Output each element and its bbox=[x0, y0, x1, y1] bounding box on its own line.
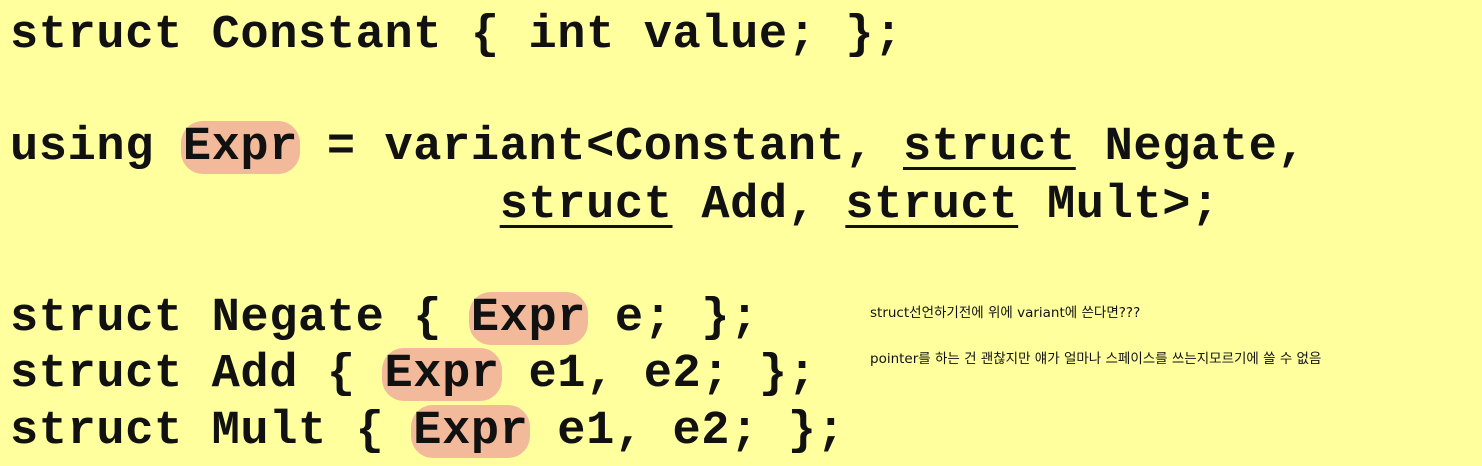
code-text: e1, e2; }; bbox=[528, 405, 846, 458]
code-text: struct Negate { bbox=[10, 292, 471, 345]
code-text: e1, e2; }; bbox=[499, 348, 817, 401]
expr-highlight: Expr bbox=[411, 405, 531, 458]
slide: struct Constant { int value; }; using Ex… bbox=[0, 0, 1482, 466]
annotation-note-2: pointer를 하는 건 괜찮지만 얘가 얼마나 스페이스를 쓰는지모르기에 … bbox=[870, 351, 1322, 367]
struct-keyword-underlined: struct bbox=[845, 179, 1019, 232]
code-text: Mult>; bbox=[1018, 179, 1220, 232]
code-text: Add, bbox=[672, 179, 846, 232]
code-line-using-expr: using Expr = variant<Constant, struct Ne… bbox=[10, 119, 1306, 177]
struct-keyword-underlined: struct bbox=[499, 179, 673, 232]
code-text: e; }; bbox=[586, 292, 759, 345]
expr-highlight: Expr bbox=[468, 292, 589, 345]
code-line-mult: struct Mult { Expr e1, e2; }; bbox=[10, 403, 845, 461]
code-line-negate: struct Negate { Expr e; }; bbox=[10, 290, 759, 348]
code-line-constant: struct Constant { int value; }; bbox=[10, 7, 903, 65]
annotation-note-1: struct선언하기전에 위에 variant에 쓴다면??? bbox=[870, 305, 1141, 321]
code-text: struct Mult { bbox=[10, 405, 414, 458]
struct-keyword-underlined: struct bbox=[902, 121, 1076, 174]
expr-highlight: Expr bbox=[180, 121, 301, 174]
code-text: Negate, bbox=[1075, 121, 1307, 174]
code-text: = variant<Constant, bbox=[298, 121, 903, 174]
code-text: struct Constant { int value; }; bbox=[10, 9, 903, 62]
expr-highlight: Expr bbox=[382, 348, 502, 401]
code-line-add: struct Add { Expr e1, e2; }; bbox=[10, 346, 817, 404]
code-line-variant-continued: struct Add, struct Mult>; bbox=[10, 177, 1220, 235]
code-text: struct Add { bbox=[10, 348, 385, 401]
code-text: using bbox=[10, 121, 183, 174]
